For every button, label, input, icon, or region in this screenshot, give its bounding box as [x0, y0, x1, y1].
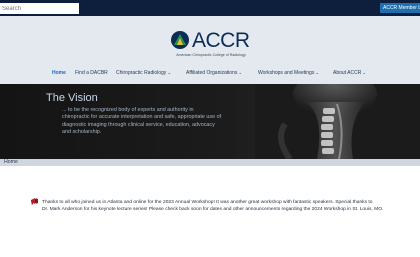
nav-affiliated-organizations-label: Affiliated Organizations [186, 70, 238, 76]
announcement-text: Thanks to all who joined us in Atlanta a… [42, 200, 373, 205]
hero-text: ... to be the recognized body of experts… [62, 107, 222, 136]
hero-title: The Vision [46, 92, 98, 104]
nav-home[interactable]: Home [52, 67, 66, 79]
member-login-button[interactable]: ACCR Member L [380, 3, 420, 13]
chevron-down-icon: ⌄ [315, 70, 320, 75]
chevron-down-icon: ⌄ [167, 70, 172, 75]
spine-xray-image [255, 84, 420, 159]
site-header: ACCR American Chiropractic College of Ra… [0, 16, 420, 84]
nav-about-accr-label: About ACCR [333, 70, 362, 76]
accr-logo-mark-icon [171, 31, 189, 49]
breadcrumb-bar [0, 159, 420, 166]
main-nav: Home Find a DACBR Chiropractic Radiology… [0, 67, 420, 79]
chevron-down-icon: ⌄ [238, 70, 243, 75]
nav-workshops-meetings[interactable]: Workshops and Meetings⌄ [258, 67, 319, 79]
accr-logo[interactable]: ACCR American Chiropractic College of Ra… [170, 30, 252, 60]
breadcrumb[interactable]: Home [4, 159, 18, 166]
logo-name: ACCR [192, 29, 250, 52]
megaphone-icon [31, 198, 38, 205]
nav-chiropractic-radiology[interactable]: Chiropractic Radiology⌄ [116, 67, 171, 79]
announcement-text-continued: Dr. Mark Anderson for his keynote lectur… [42, 207, 384, 212]
chevron-down-icon: ⌄ [362, 70, 367, 75]
nav-affiliated-organizations[interactable]: Affiliated Organizations⌄ [186, 67, 242, 79]
hero-banner: The Vision ... to be the recognized body… [0, 84, 420, 159]
search-input[interactable] [0, 3, 79, 14]
nav-about-accr[interactable]: About ACCR⌄ [333, 67, 366, 79]
top-bar: ACCR Member L [0, 0, 420, 16]
nav-chiropractic-radiology-label: Chiropractic Radiology [116, 70, 167, 76]
logo-subtitle: American Chiropractic College of Radiolo… [176, 53, 246, 57]
nav-workshops-meetings-label: Workshops and Meetings [258, 70, 315, 76]
nav-home-label: Home [52, 70, 66, 76]
nav-find-dacbr[interactable]: Find a DACBR [75, 67, 108, 79]
nav-find-dacbr-label: Find a DACBR [75, 70, 108, 76]
